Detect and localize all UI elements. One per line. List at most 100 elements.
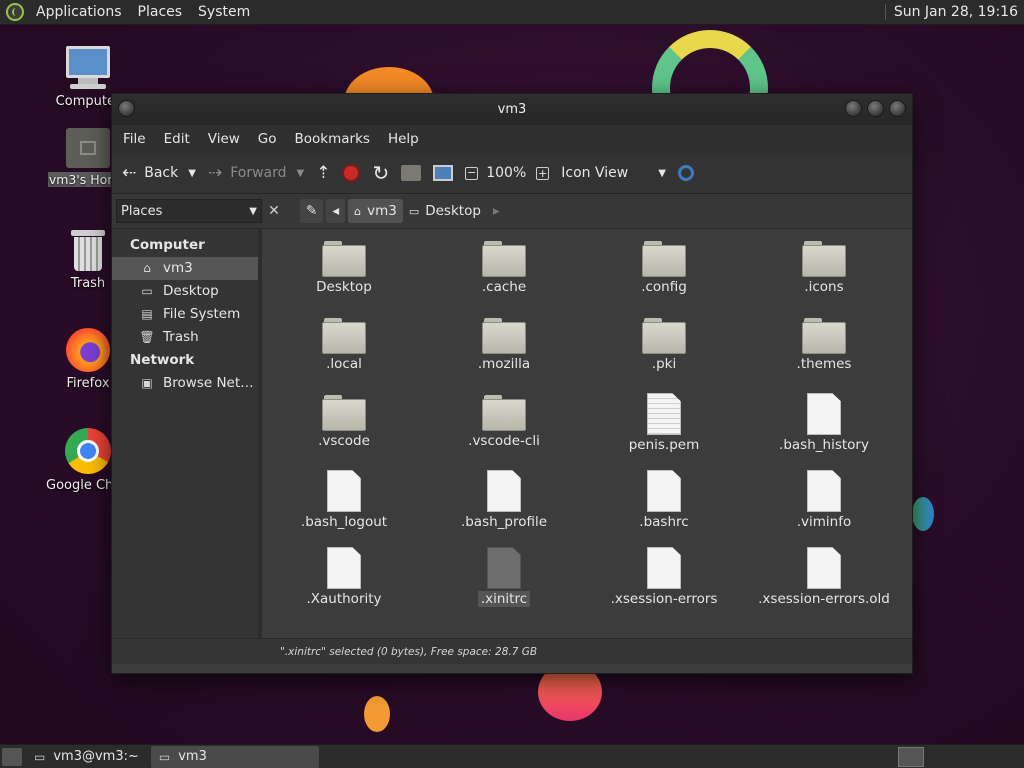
folder-icon: [482, 239, 526, 277]
up-button[interactable]: ⇡: [316, 163, 330, 183]
file-icon-grid[interactable]: Desktop .cache .config .icons .local .mozilla…: [262, 229, 912, 638]
file-name: .bash_profile: [460, 514, 548, 530]
show-desktop-button[interactable]: [2, 747, 22, 766]
file-item[interactable]: .xsession-errors.old: [744, 547, 904, 607]
sidebar-item-trash[interactable]: 🗑 Trash: [112, 326, 258, 349]
taskbar-item-terminal[interactable]: ▭ vm3@vm3:~: [26, 746, 147, 768]
sidebar-item-file-system[interactable]: ▤ File System: [112, 303, 258, 326]
taskbar-item-vm3[interactable]: ▭ vm3: [150, 745, 319, 768]
forward-history-dropdown-icon[interactable]: ▼: [297, 168, 305, 179]
file-icon: [807, 393, 841, 435]
sidebar-item-vm3[interactable]: ⌂ vm3: [112, 257, 258, 280]
clock[interactable]: Sun Jan 28, 19:16: [894, 4, 1024, 20]
location-bar: Places ▼ ✕ ✎ ◂ ⌂ vm3 ▭ Desktop ▸: [112, 194, 912, 229]
file-name: .cache: [481, 279, 527, 295]
file-name: .xsession-errors.old: [758, 591, 890, 607]
top-panel: Applications Places System Sun Jan 28, 1…: [0, 0, 1024, 25]
folder-item[interactable]: .local: [264, 316, 424, 372]
file-item[interactable]: penis.pem: [584, 393, 744, 453]
applications-menu[interactable]: Applications: [28, 0, 130, 25]
back-button[interactable]: ⇠ Back ▼: [122, 163, 196, 183]
forward-button[interactable]: ⇢ Forward ▼: [208, 163, 304, 183]
zoom-out-button[interactable]: −: [465, 166, 479, 180]
folder-item[interactable]: .cache: [424, 239, 584, 295]
home-button[interactable]: [401, 165, 422, 181]
distro-logo-icon[interactable]: [6, 3, 24, 21]
file-item[interactable]: .bash_history: [744, 393, 904, 453]
taskbar-label: vm3@vm3:~: [53, 749, 139, 764]
terminal-icon: ▭: [34, 749, 46, 764]
computer-icon: [433, 165, 454, 181]
folder-icon: [802, 316, 846, 354]
file-icon: [487, 547, 521, 589]
chrome-icon: [65, 428, 111, 474]
file-name: .local: [326, 356, 362, 372]
reload-icon: ↻: [372, 161, 390, 185]
menu-edit[interactable]: Edit: [155, 131, 199, 147]
home-icon: ⌂: [354, 204, 362, 218]
breadcrumb-right-icon[interactable]: ▸: [487, 199, 506, 223]
workspace-switcher[interactable]: [898, 746, 924, 767]
sidebar-type-label: Places: [121, 203, 163, 219]
file-item[interactable]: .xsession-errors: [584, 547, 744, 607]
menu-bookmarks[interactable]: Bookmarks: [286, 131, 379, 147]
edit-location-icon[interactable]: ✎: [300, 199, 324, 223]
sidebar-item-label: File System: [163, 306, 241, 322]
folder-item[interactable]: .vscode: [264, 393, 424, 449]
wallpaper-teal-blob: [912, 497, 934, 531]
zoom-in-button[interactable]: +: [536, 166, 550, 180]
folder-item[interactable]: .pki: [584, 316, 744, 372]
close-button[interactable]: [889, 100, 906, 117]
toolbar: ⇠ Back ▼ ⇢ Forward ▼ ⇡ ↻ − 100% + Icon V…: [112, 153, 912, 194]
home-icon: [401, 165, 422, 181]
places-menu[interactable]: Places: [130, 0, 191, 25]
minimize-button[interactable]: [845, 100, 862, 117]
search-button[interactable]: [677, 165, 694, 181]
sidebar-type-select[interactable]: Places ▼: [116, 199, 262, 223]
stop-button[interactable]: [342, 164, 361, 182]
folder-item[interactable]: Desktop: [264, 239, 424, 295]
sidebar-heading-network: Network: [130, 352, 195, 368]
file-icon: [807, 470, 841, 512]
breadcrumb-desktop[interactable]: ▭ Desktop: [403, 199, 487, 223]
menu-go[interactable]: Go: [249, 131, 286, 147]
folder-item[interactable]: .mozilla: [424, 316, 584, 372]
network-icon: ▣: [141, 376, 153, 390]
breadcrumb-vm3[interactable]: ⌂ vm3: [348, 199, 403, 223]
sidebar-item-browse-network[interactable]: ▣ Browse Net…: [112, 372, 258, 395]
folder-item[interactable]: .icons: [744, 239, 904, 295]
file-item[interactable]: .bash_logout: [264, 470, 424, 530]
menu-file[interactable]: File: [114, 131, 155, 147]
home-folder-icon: [66, 128, 110, 168]
file-manager-window[interactable]: vm3 File Edit View Go Bookmarks Help ⇠ B…: [111, 93, 913, 674]
menu-view[interactable]: View: [199, 131, 249, 147]
view-mode-select[interactable]: Icon View ▼: [561, 165, 666, 181]
window-titlebar[interactable]: vm3: [112, 94, 912, 125]
file-item[interactable]: .Xauthority: [264, 547, 424, 607]
reload-button[interactable]: ↻: [372, 161, 389, 185]
file-item[interactable]: .viminfo: [744, 470, 904, 530]
computer-button[interactable]: [433, 165, 454, 181]
file-name: .icons: [804, 279, 844, 295]
folder-item[interactable]: .config: [584, 239, 744, 295]
sidebar-item-label: Trash: [163, 329, 199, 345]
folder-icon: ▭: [408, 204, 420, 218]
folder-icon: [802, 239, 846, 277]
file-name: .config: [641, 279, 687, 295]
file-item[interactable]: .xinitrc: [424, 547, 584, 607]
maximize-button[interactable]: [867, 100, 884, 117]
window-menu-button[interactable]: [118, 100, 135, 117]
sidebar-item-desktop[interactable]: ▭ Desktop: [112, 280, 258, 303]
folder-item[interactable]: .vscode-cli: [424, 393, 584, 449]
file-name: .vscode-cli: [468, 433, 540, 449]
file-item[interactable]: .bash_profile: [424, 470, 584, 530]
close-sidebar-icon[interactable]: ✕: [264, 203, 284, 219]
sidebar-item-label: Desktop: [163, 283, 219, 299]
places-sidebar: Computer ⌂ vm3 ▭ Desktop ▤ File System 🗑…: [112, 229, 262, 638]
folder-item[interactable]: .themes: [744, 316, 904, 372]
breadcrumb-left-icon[interactable]: ◂: [326, 199, 346, 223]
back-history-dropdown-icon[interactable]: ▼: [188, 168, 196, 179]
system-menu[interactable]: System: [190, 0, 258, 25]
menu-help[interactable]: Help: [379, 131, 428, 147]
file-item[interactable]: .bashrc: [584, 470, 744, 530]
